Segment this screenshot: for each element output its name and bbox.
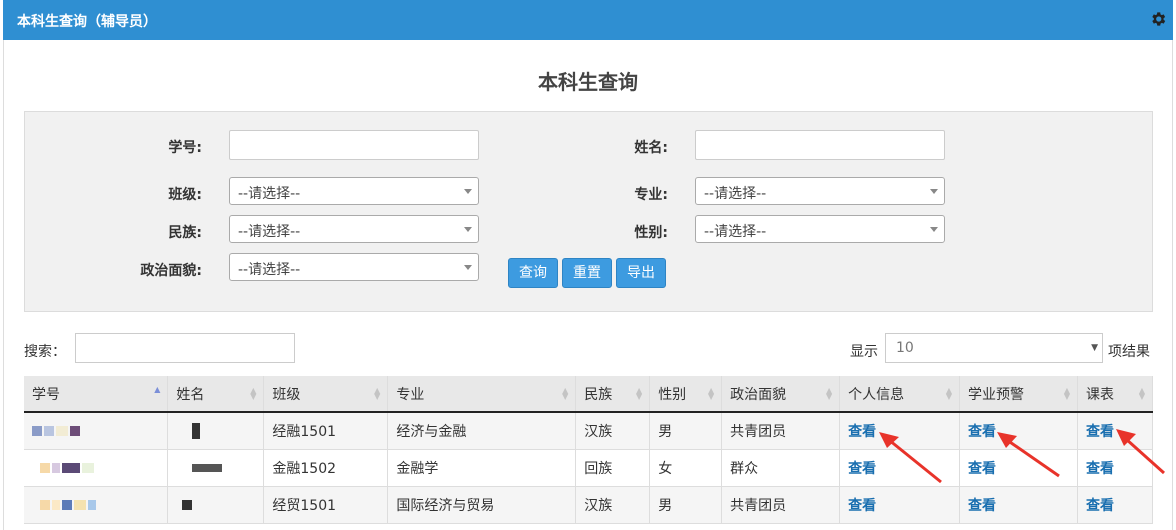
ethnicity-select[interactable]: --请选择--	[229, 215, 479, 243]
chevron-down-icon	[464, 189, 472, 194]
column-header-major[interactable]: 专业 ▲ ▼	[387, 376, 577, 413]
politics-select[interactable]: --请选择--	[229, 253, 479, 281]
gender-cell: 男	[649, 486, 723, 524]
class-select-value: --请选择--	[238, 186, 301, 202]
gender-select-value: --请选择--	[704, 224, 767, 240]
sort-icon: ▲ ▼	[1063, 386, 1070, 401]
ethnicity-cell: 回族	[575, 449, 651, 487]
name-label: 姓名:	[634, 140, 668, 156]
info-cell: 查看	[839, 486, 961, 524]
gender-label: 性别:	[634, 225, 668, 241]
gender-select[interactable]: --请选择--	[695, 215, 945, 243]
sort-icon: ▲ ▼	[250, 386, 257, 401]
page-size-select[interactable]: 10 ▼	[885, 333, 1103, 363]
major-select[interactable]: --请选择--	[695, 177, 945, 205]
table-header-row: 学号 ▲ 姓名 ▲ ▼ 班级 ▲ ▼ 专业 ▲ ▼ 民族 ▲ ▼ 性别 ▲ ▼ 政治面貌 ▲ ▼ 个人信息…	[24, 376, 1154, 413]
student-id-label: 学号:	[168, 140, 202, 156]
column-header-name[interactable]: 姓名 ▲ ▼	[167, 376, 265, 413]
name-input[interactable]	[695, 130, 945, 160]
politics-cell: 共青团员	[721, 412, 841, 450]
column-header-gender[interactable]: 性别 ▲ ▼	[649, 376, 723, 413]
column-header-student-id[interactable]: 学号 ▲	[24, 376, 169, 413]
column-header-warning[interactable]: 学业预警 ▲ ▼	[959, 376, 1078, 413]
table-row: 金融1502 金融学 回族 女 群众 查看 查看 查看	[24, 449, 1154, 487]
sort-icon: ▲ ▼	[945, 386, 953, 401]
panel-header: 本科生查询（辅导员）	[3, 0, 1173, 40]
student-id-cell	[24, 486, 169, 524]
politics-label: 政治面貌:	[140, 263, 202, 279]
sort-icon: ▲ ▼	[1138, 386, 1145, 401]
annotation-arrow-icon	[997, 432, 1060, 478]
student-id-cell	[24, 412, 169, 450]
view-info-link[interactable]: 查看	[848, 461, 876, 477]
schedule-cell: 查看	[1077, 486, 1154, 524]
name-cell	[167, 412, 265, 450]
view-warning-link[interactable]: 查看	[968, 498, 996, 514]
chevron-down-icon	[464, 265, 472, 270]
name-cell	[167, 449, 265, 487]
column-header-class[interactable]: 班级 ▲ ▼	[263, 376, 389, 413]
gender-cell: 女	[649, 449, 723, 487]
gear-icon[interactable]	[1149, 10, 1167, 28]
sort-icon: ▲ ▼	[825, 386, 833, 401]
column-header-info[interactable]: 个人信息 ▲ ▼	[839, 376, 961, 413]
sort-icon: ▲ ▼	[636, 386, 643, 401]
politics-select-value: --请选择--	[238, 262, 301, 278]
panel-title: 本科生查询（辅导员）	[17, 14, 157, 30]
sort-icon: ▲ ▼	[708, 386, 715, 401]
chevron-down-icon	[930, 189, 938, 194]
view-warning-link[interactable]: 查看	[968, 424, 996, 440]
ethnicity-select-value: --请选择--	[238, 224, 301, 240]
class-select[interactable]: --请选择--	[229, 177, 479, 205]
student-id-input[interactable]	[229, 130, 479, 160]
warning-cell: 查看	[959, 486, 1078, 524]
class-cell: 经贸1501	[263, 486, 389, 524]
export-button[interactable]: 导出	[616, 258, 666, 288]
class-cell: 金融1502	[263, 449, 389, 487]
students-table: 学号 ▲ 姓名 ▲ ▼ 班级 ▲ ▼ 专业 ▲ ▼ 民族 ▲ ▼ 性别 ▲ ▼ 政治面貌 ▲ ▼ 个人信息…	[24, 376, 1154, 524]
major-label: 专业:	[634, 187, 668, 203]
column-header-ethnicity[interactable]: 民族 ▲ ▼	[575, 376, 651, 413]
reset-button[interactable]: 重置	[562, 258, 612, 288]
chevron-down-icon	[464, 227, 472, 232]
chevron-down-icon	[930, 227, 938, 232]
page-title: 本科生查询	[538, 70, 638, 94]
sort-asc-icon: ▲	[154, 385, 161, 394]
major-select-value: --请选择--	[704, 186, 767, 202]
annotation-arrow-icon	[1116, 429, 1166, 475]
major-cell: 国际经济与贸易	[387, 486, 577, 524]
major-cell: 经济与金融	[387, 412, 577, 450]
ethnicity-label: 民族:	[168, 225, 202, 241]
sort-icon: ▲ ▼	[374, 386, 381, 401]
view-schedule-link[interactable]: 查看	[1086, 498, 1114, 514]
show-suffix-label: 项结果	[1108, 344, 1150, 360]
politics-cell: 共青团员	[721, 486, 841, 524]
class-label: 班级:	[168, 187, 202, 203]
annotation-arrow-icon	[879, 432, 942, 484]
ethnicity-cell: 汉族	[575, 412, 651, 450]
major-cell: 金融学	[387, 449, 577, 487]
column-header-schedule[interactable]: 课表 ▲ ▼	[1077, 376, 1154, 413]
table-row: 经贸1501 国际经济与贸易 汉族 男 共青团员 查看 查看 查看	[24, 486, 1154, 524]
class-cell: 经融1501	[263, 412, 389, 450]
search-label: 搜索：	[24, 344, 66, 360]
gender-cell: 男	[649, 412, 723, 450]
chevron-down-icon: ▼	[1091, 343, 1098, 353]
politics-cell: 群众	[721, 449, 841, 487]
sort-icon: ▲ ▼	[562, 386, 569, 401]
search-input[interactable]	[75, 333, 295, 363]
view-schedule-link[interactable]: 查看	[1086, 424, 1114, 440]
page-size-value: 10	[896, 340, 914, 356]
ethnicity-cell: 汉族	[575, 486, 651, 524]
table-row: 经融1501 经济与金融 汉族 男 共青团员 查看 查看 查看	[24, 412, 1154, 450]
view-warning-link[interactable]: 查看	[968, 461, 996, 477]
view-schedule-link[interactable]: 查看	[1086, 461, 1114, 477]
view-info-link[interactable]: 查看	[848, 424, 876, 440]
view-info-link[interactable]: 查看	[848, 498, 876, 514]
column-header-politics[interactable]: 政治面貌 ▲ ▼	[721, 376, 841, 413]
student-id-cell	[24, 449, 169, 487]
query-button[interactable]: 查询	[508, 258, 558, 288]
name-cell	[167, 486, 265, 524]
show-label: 显示	[850, 344, 878, 360]
